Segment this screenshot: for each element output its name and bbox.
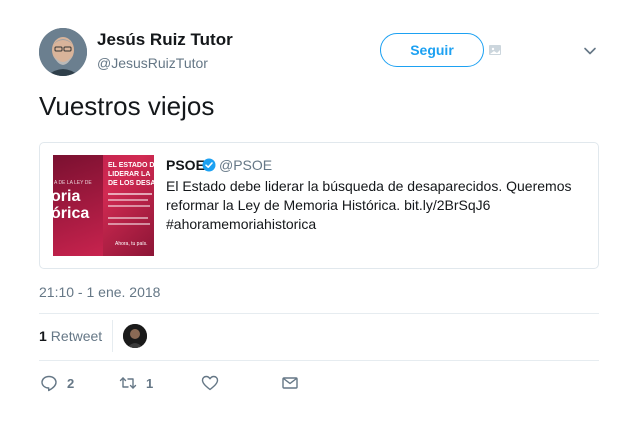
quoted-author-name: PSOE	[166, 157, 205, 173]
envelope-icon	[282, 377, 298, 389]
quoted-tweet-text: El Estado debe liderar la búsqueda de de…	[166, 178, 572, 232]
thumbnail-footer: Ahora, tu país.	[115, 241, 148, 247]
verified-badge-icon	[202, 158, 216, 172]
reply-icon	[41, 375, 57, 392]
retweet-icon	[119, 377, 137, 389]
divider-top	[39, 313, 599, 314]
retweet-stat-count: 1	[39, 328, 47, 344]
tweet-text: Vuestros viejos	[39, 91, 215, 121]
divider-bottom	[39, 360, 599, 361]
retweeter-photo	[123, 324, 147, 348]
thumbnail-big-text-1: oria	[53, 188, 81, 205]
quoted-tweet-thumbnail: A DE LA LEY DE oria órica EL ESTADO D LI…	[53, 155, 154, 256]
author-avatar[interactable]	[39, 28, 87, 76]
chevron-down-icon[interactable]	[583, 44, 597, 58]
stat-separator	[112, 320, 113, 352]
reply-action[interactable]: 2	[40, 373, 74, 393]
tweet-timestamp[interactable]: 21:10 - 1 ene. 2018	[39, 284, 160, 300]
thumbnail-headline-3: DE LOS DESA	[108, 180, 154, 187]
thumbnail-small-caption: A DE LA LEY DE	[54, 180, 92, 186]
reply-count: 2	[67, 375, 75, 391]
quoted-tweet-card[interactable]: A DE LA LEY DE oria órica EL ESTADO D LI…	[39, 142, 599, 269]
retweet-count: 1	[146, 375, 154, 391]
retweet-stat[interactable]: 1 Retweet	[39, 328, 102, 344]
retweeter-avatar[interactable]	[123, 324, 147, 348]
thumbnail-headline-1: EL ESTADO D	[108, 162, 154, 169]
direct-message-action[interactable]	[281, 373, 299, 393]
retweet-stat-label: Retweet	[50, 328, 103, 344]
heart-icon	[201, 375, 219, 391]
retweet-action[interactable]: 1	[119, 373, 153, 393]
like-action[interactable]	[201, 373, 219, 393]
thumbnail-big-text-2: órica	[53, 205, 90, 222]
broken-image-icon	[489, 45, 501, 55]
follow-button[interactable]: Seguir	[380, 33, 484, 67]
author-photo	[39, 28, 87, 76]
author-name[interactable]: Jesús Ruiz Tutor	[97, 30, 233, 50]
author-handle[interactable]: @JesusRuizTutor	[97, 55, 208, 71]
quoted-author-handle: @PSOE	[219, 157, 273, 173]
thumbnail-headline-2: LIDERAR LA	[108, 171, 151, 178]
